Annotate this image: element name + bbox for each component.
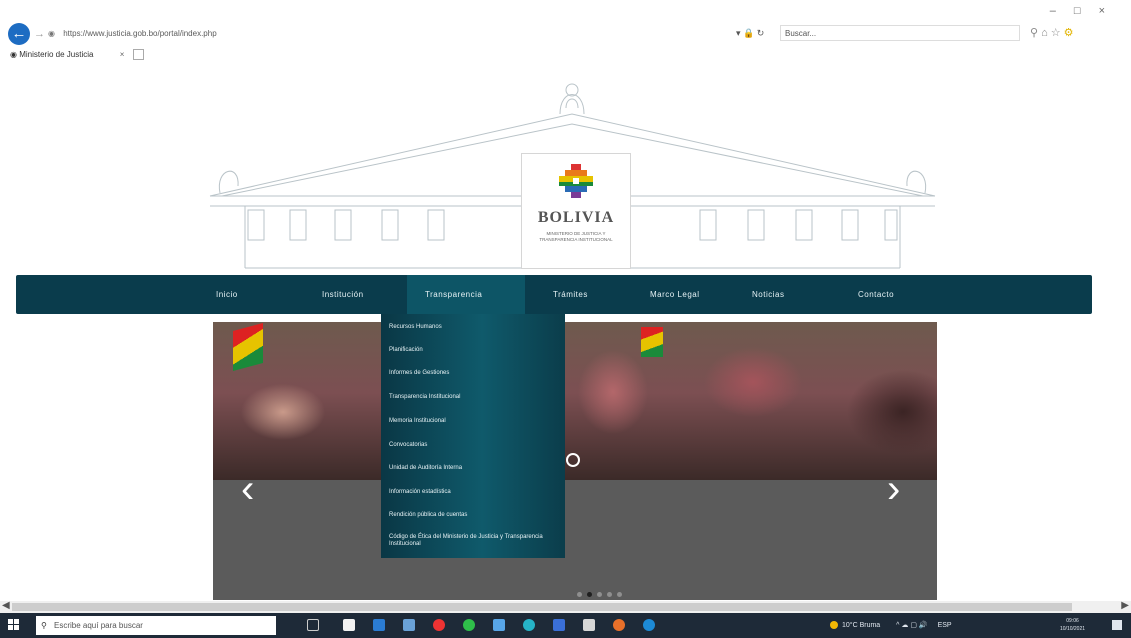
- refresh-icon[interactable]: ↻: [757, 28, 765, 38]
- word-icon[interactable]: [553, 619, 565, 631]
- search-icon[interactable]: ⚲: [1030, 27, 1041, 39]
- nav-item-contacto[interactable]: Contacto: [858, 275, 928, 314]
- scroll-right-icon[interactable]: ▶: [1121, 600, 1129, 611]
- dropdown-item-informacion-estadistica[interactable]: Información estadística: [389, 489, 559, 496]
- slider-dot[interactable]: [617, 592, 622, 597]
- home-icon[interactable]: ⌂: [1041, 27, 1051, 39]
- browser-search-input[interactable]: Buscar...: [780, 25, 1020, 41]
- taskbar-search-placeholder: Escribe aquí para buscar: [54, 621, 143, 630]
- app-icon[interactable]: [493, 619, 505, 631]
- tab-close-icon[interactable]: ×: [120, 50, 125, 59]
- slider-dot[interactable]: [587, 592, 592, 597]
- nav-item-tramites[interactable]: Trámites: [553, 275, 613, 314]
- internet-explorer-icon[interactable]: [643, 619, 655, 631]
- back-arrow-icon[interactable]: ←: [8, 23, 30, 45]
- dropdown-item-codigo-etica[interactable]: Código de Ética del Ministerio de Justic…: [389, 534, 559, 548]
- browser-tab[interactable]: ◉ Ministerio de Justicia ×: [10, 48, 160, 61]
- firefox-icon[interactable]: [613, 619, 625, 631]
- slider-dot[interactable]: [577, 592, 582, 597]
- logo-subtitle: MINISTERIO DE JUSTICIA Y TRANSPARENCIA I…: [539, 231, 613, 242]
- tab-title: Ministerio de Justicia: [19, 50, 94, 59]
- dropdown-item-auditoria-interna[interactable]: Unidad de Auditoría Interna: [389, 465, 559, 472]
- taskbar-search-input[interactable]: ⚲ Escribe aquí para buscar: [36, 616, 276, 635]
- nav-item-marco-legal[interactable]: Marco Legal: [650, 275, 730, 314]
- window-controls: –□×: [1050, 5, 1123, 17]
- tray-icons[interactable]: ^ ☁ ▢ 🔊: [896, 622, 927, 629]
- scrollbar-thumb[interactable]: [12, 603, 1072, 611]
- ministry-logo[interactable]: BOLIVIA MINISTERIO DE JUSTICIA Y TRANSPA…: [521, 153, 631, 269]
- language-indicator[interactable]: ESP: [938, 622, 952, 629]
- nav-item-institucion[interactable]: Institución: [322, 275, 392, 314]
- dropdown-arrow-icon[interactable]: ▾: [736, 28, 741, 38]
- chrome-icon[interactable]: [433, 619, 445, 631]
- dropdown-item-convocatorias[interactable]: Convocatorias: [389, 442, 559, 449]
- clock-date: 10/10/2021: [1060, 626, 1086, 632]
- address-bar[interactable]: ◉ https://www.justicia.gob.bo/portal/ind…: [48, 27, 738, 41]
- close-icon[interactable]: ×: [1099, 5, 1123, 17]
- nav-item-noticias[interactable]: Noticias: [752, 275, 812, 314]
- browser-chrome: ← → ◉ https://www.justicia.gob.bo/portal…: [0, 0, 1131, 62]
- slider-dots: [577, 584, 627, 600]
- transparencia-dropdown-menu: Recursos Humanos Planificación Informes …: [381, 314, 565, 558]
- pdf-icon[interactable]: [583, 619, 595, 631]
- windows-start-icon[interactable]: [8, 619, 20, 631]
- clock-time: 09:06: [1066, 618, 1079, 624]
- slider-prev-arrow-icon[interactable]: ‹: [241, 467, 254, 512]
- edge-icon[interactable]: [523, 619, 535, 631]
- chakana-emblem-icon: [559, 164, 593, 198]
- slider-dot[interactable]: [597, 592, 602, 597]
- page-icon: ◉: [48, 29, 55, 38]
- dropdown-item-memoria-institucional[interactable]: Memoria Institucional: [389, 418, 559, 425]
- settings-gear-icon[interactable]: ⚙: [1064, 27, 1077, 39]
- dropdown-item-planificacion[interactable]: Planificación: [389, 347, 559, 354]
- notifications-icon[interactable]: [1112, 620, 1122, 630]
- dropdown-item-transparencia-institucional[interactable]: Transparencia Institucional: [389, 394, 559, 401]
- bolivian-flag-icon: [641, 327, 663, 357]
- dropdown-item-recursos-humanos[interactable]: Recursos Humanos: [389, 324, 559, 331]
- main-navigation: Inicio Institución Transparencia Trámite…: [16, 275, 1092, 314]
- dropdown-item-informes-gestiones[interactable]: Informes de Gestiones: [389, 370, 559, 377]
- slider-dot[interactable]: [607, 592, 612, 597]
- dropdown-item-rendicion-cuentas[interactable]: Rendición pública de cuentas: [389, 512, 559, 519]
- image-slider: ‹ ›: [213, 322, 937, 600]
- loading-spinner-icon: [566, 453, 580, 467]
- taskbar-clock[interactable]: 09:06 10/10/2021: [1060, 617, 1085, 633]
- store-icon[interactable]: [343, 619, 355, 631]
- toolbar-icons: ⚲⌂☆⚙: [1030, 26, 1076, 39]
- explorer-icon[interactable]: [403, 619, 415, 631]
- url-text: https://www.justicia.gob.bo/portal/index…: [63, 29, 217, 38]
- minimize-icon[interactable]: –: [1050, 5, 1074, 17]
- slider-next-arrow-icon[interactable]: ›: [887, 467, 900, 512]
- task-view-icon[interactable]: [307, 619, 319, 631]
- weather-text[interactable]: 10°C Bruma: [842, 622, 880, 629]
- whatsapp-icon[interactable]: [463, 619, 475, 631]
- scroll-left-icon[interactable]: ◀: [2, 600, 10, 611]
- lock-icon[interactable]: 🔒: [743, 28, 754, 38]
- address-actions: ▾ 🔒 ↻: [736, 28, 764, 39]
- new-tab-icon[interactable]: [132, 49, 144, 61]
- forward-arrow-icon[interactable]: →: [34, 28, 45, 40]
- calendar-icon[interactable]: [373, 619, 385, 631]
- weather-icon: [830, 621, 838, 630]
- tab-favicon-icon: ◉: [10, 50, 17, 59]
- windows-taskbar: ⚲ Escribe aquí para buscar 10°C Bruma ^ …: [0, 613, 1131, 638]
- bolivian-flag-icon: [233, 322, 263, 372]
- logo-title: BOLIVIA: [537, 209, 615, 226]
- nav-item-transparencia[interactable]: Transparencia: [407, 275, 525, 314]
- nav-item-inicio[interactable]: Inicio: [216, 275, 266, 314]
- maximize-icon[interactable]: □: [1074, 5, 1099, 17]
- star-icon[interactable]: ☆: [1051, 27, 1064, 39]
- system-tray: 10°C Bruma ^ ☁ ▢ 🔊 ESP: [830, 616, 952, 635]
- search-icon: ⚲: [41, 621, 47, 630]
